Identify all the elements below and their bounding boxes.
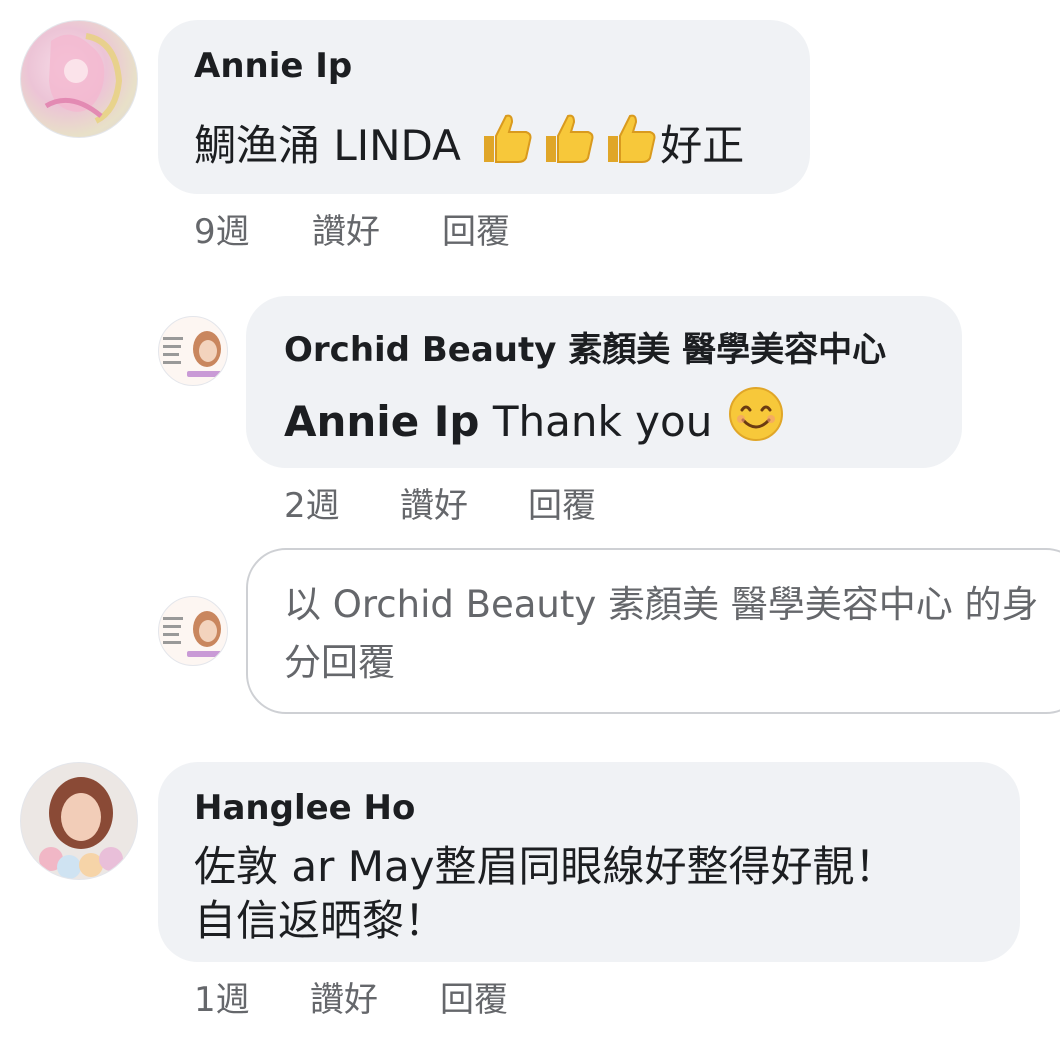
like-button[interactable]: 讚好 xyxy=(312,204,380,253)
comment-actions: 2週 讚好 回覆 xyxy=(284,478,684,526)
mention-link[interactable]: Annie Ip xyxy=(284,397,480,446)
comment-author[interactable]: Orchid Beauty 素顏美 醫學美容中心 xyxy=(284,322,886,371)
like-button[interactable]: 讚好 xyxy=(400,478,468,527)
reply-input-placeholder: 以 Orchid Beauty 素顏美 醫學美容中心 的身分回覆 xyxy=(284,583,1039,684)
comment-text-part: 鯛渔涌 LINDA xyxy=(194,121,461,170)
comment-timestamp[interactable]: 1週 xyxy=(194,972,250,1021)
comment-author[interactable]: Annie Ip xyxy=(194,46,352,86)
comment-text-part: Thank you xyxy=(479,397,726,446)
avatar-illustration xyxy=(163,611,223,657)
comment-actions: 9週 讚好 回覆 xyxy=(194,204,594,252)
comment-actions: 1週 讚好 回覆 xyxy=(194,972,594,1020)
thumbs-up-icon xyxy=(600,110,658,181)
avatar-orchid-beauty-composer xyxy=(158,596,228,666)
reply-button[interactable]: 回覆 xyxy=(440,972,508,1021)
avatar-hanglee-ho[interactable] xyxy=(20,762,138,880)
comment-timestamp[interactable]: 2週 xyxy=(284,478,340,527)
reply-button[interactable]: 回覆 xyxy=(442,204,510,253)
avatar-illustration xyxy=(39,777,123,879)
thumbs-up-icon xyxy=(538,110,596,181)
comment-author[interactable]: Hanglee Ho xyxy=(194,788,415,828)
comment-timestamp[interactable]: 9週 xyxy=(194,204,250,253)
comment-text: Annie Ip Thank you xyxy=(284,386,786,457)
reply-button[interactable]: 回覆 xyxy=(528,478,596,527)
comment-text: 鯛渔涌 LINDA 好正 xyxy=(194,110,744,181)
avatar-orchid-beauty[interactable] xyxy=(158,316,228,386)
like-button[interactable]: 讚好 xyxy=(310,972,378,1021)
comment-text-line: 佐敦 ar May整眉同眼線好整得好靚！ xyxy=(194,842,897,891)
comment-text-part: 好正 xyxy=(660,121,745,170)
comment-text-line: 自信返晒黎！ xyxy=(194,896,447,945)
smiling-face-icon xyxy=(728,386,784,457)
thumbs-up-icon xyxy=(476,110,534,181)
avatar-illustration xyxy=(163,331,223,377)
avatar-illustration xyxy=(44,33,123,124)
avatar-annie-ip[interactable] xyxy=(20,20,138,138)
reply-input[interactable]: 以 Orchid Beauty 素顏美 醫學美容中心 的身分回覆 xyxy=(246,548,1060,714)
